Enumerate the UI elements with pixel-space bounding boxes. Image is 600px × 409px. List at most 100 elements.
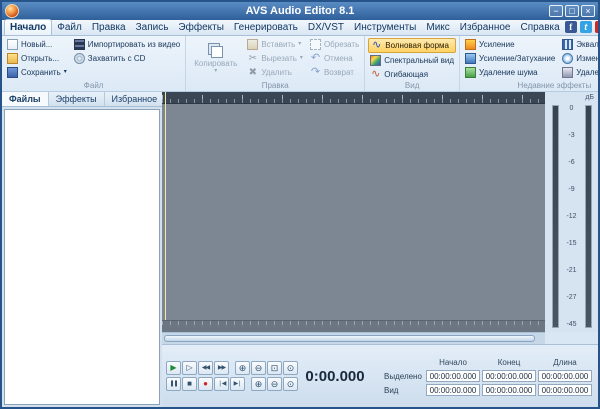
play-button[interactable]: ▶ [166,361,181,375]
spectral-view-button[interactable]: Спектральный вид [368,54,456,67]
new-label: Новый... [21,40,53,49]
equalizer-icon [562,39,574,50]
cut-button[interactable]: ✂ Вырезать ▾ [245,52,305,65]
open-label: Открыть... [21,54,60,63]
sidebar-tab-favorites[interactable]: Избранное [105,92,166,106]
selection-end-field[interactable]: 00:00:00.000 [482,370,536,382]
sidebar-tab-files[interactable]: Файлы [2,92,49,106]
tempo-change-button[interactable]: Изменение темпа [560,52,598,65]
meter-tick: -6 [568,159,575,166]
view-start-field[interactable]: 00:00:00.000 [426,384,480,396]
envelope-view-button[interactable]: ∿ Огибающая [368,68,456,81]
fade-icon [465,53,477,64]
open-button[interactable]: Открыть... [5,52,69,65]
zoom-full-button[interactable]: ⊙ [283,361,298,375]
meter-unit-label: дБ [585,94,594,101]
facebook-icon[interactable]: f [564,21,577,33]
tempo-change-label: Изменение темпа [576,54,598,63]
import-from-video-button[interactable]: Импортировать из видео [72,38,182,51]
fast-forward-button[interactable]: ▶▶ [214,361,229,375]
group-label-file: Файл [83,81,104,90]
titlebar: AVS Audio Editor 8.1 − □ × [2,2,598,20]
group-label-recent-effects: Недавние эффекты [517,81,592,90]
view-end-field[interactable]: 00:00:00.000 [482,384,536,396]
copy-button[interactable]: Копировать ▾ [189,38,242,79]
zoom-out-button[interactable]: ⊖ [251,361,266,375]
dropdown-arrow-icon: ▾ [299,55,303,61]
horizontal-scrollbar[interactable] [162,332,545,344]
timeline-ruler[interactable] [162,92,545,104]
playback-cursor[interactable] [165,92,166,332]
tab-edit[interactable]: Правка [87,20,131,35]
twitter-icon[interactable]: t [579,21,592,33]
tab-generate[interactable]: Генерировать [229,20,303,35]
capture-from-cd-button[interactable]: Захватить с CD [72,52,182,65]
tab-effects[interactable]: Эффекты [173,20,228,35]
ribbon-group-edit: Копировать ▾ Вставить ▾ ✂ Вырезать ▾ ✖ У… [186,36,366,91]
amplify-label: Усиление [479,40,515,49]
silence-removal-button[interactable]: Удаление тишины [560,66,598,79]
sidebar-tab-effects[interactable]: Эффекты [49,92,105,106]
meter-tick: -12 [566,213,577,220]
youtube-icon[interactable]: ▶ [594,21,598,33]
tab-favorites[interactable]: Избранное [455,20,516,35]
meter-tick: -9 [568,186,575,193]
meter-tick: -27 [566,294,577,301]
fade-button[interactable]: Усиление/Затухание [463,52,557,65]
new-button[interactable]: Новый... [5,38,69,51]
ribbon: Новый... Открыть... Сохранить ▾ Импортир… [2,36,598,92]
scrollbar-thumb[interactable] [164,335,536,342]
waveform-view-button[interactable]: ∿ Волновая форма [368,38,457,53]
vertical-zoom-in-button[interactable]: ⊕ [251,377,266,391]
undo-button[interactable]: ↶ Отмена [308,52,361,65]
zoom-in-button[interactable]: ⊕ [235,361,250,375]
pause-button[interactable]: ❚❚ [166,377,181,391]
view-row-label: Вид [384,385,399,395]
tab-dxvst[interactable]: DX/VST [303,20,349,35]
record-button[interactable]: ● [198,377,213,391]
noise-removal-icon [465,67,477,78]
zoom-selection-button[interactable]: ⊡ [267,361,282,375]
ribbon-group-file: Новый... Открыть... Сохранить ▾ Импортир… [2,36,187,91]
social-links: f t ▶ [564,21,598,35]
zoom-reset-button[interactable]: ⊙ [283,377,298,391]
paste-button[interactable]: Вставить ▾ [245,38,305,51]
tab-file[interactable]: Файл [52,20,87,35]
selection-start-field[interactable]: 00:00:00.000 [426,370,480,382]
noise-removal-button[interactable]: Удаление шума [463,66,557,79]
window-title: AVS Audio Editor 8.1 [245,5,355,17]
tab-home[interactable]: Начало [4,19,53,35]
minimize-button[interactable]: − [549,5,563,17]
group-label-edit: Правка [261,81,289,90]
go-to-end-button[interactable]: ▶❘ [230,377,245,391]
tab-tools[interactable]: Инструменты [349,20,421,35]
redo-button[interactable]: ↷ Возврат [308,66,361,79]
view-length-field[interactable]: 00:00:00.000 [538,384,592,396]
go-to-start-button[interactable]: ❘◀ [214,377,229,391]
film-icon [73,39,85,50]
amplify-button[interactable]: Усиление [463,38,557,51]
vertical-zoom-out-button[interactable]: ⊖ [267,377,282,391]
dropdown-arrow-icon: ▾ [214,68,218,74]
close-button[interactable]: × [581,5,595,17]
menu-tab-bar: Начало Файл Правка Запись Эффекты Генери… [2,19,598,36]
play-selection-button[interactable]: ▷ [182,361,197,375]
selection-length-field[interactable]: 00:00:00.000 [538,370,592,382]
tab-help[interactable]: Справка [515,20,564,35]
save-label: Сохранить [21,68,61,77]
capture-from-cd-label: Захватить с CD [87,54,146,63]
files-list-panel[interactable] [4,109,160,405]
waveform-area[interactable] [162,92,545,332]
stop-button[interactable]: ■ [182,377,197,391]
redo-icon: ↷ [310,66,321,78]
maximize-button[interactable]: □ [565,5,579,17]
tab-record[interactable]: Запись [131,20,174,35]
trim-button[interactable]: Обрезать [308,38,361,51]
save-button[interactable]: Сохранить ▾ [5,66,69,79]
tab-mix[interactable]: Микс [421,20,454,35]
equalizer-button[interactable]: Эквалайзер [560,38,598,51]
meter-tick: -45 [566,321,577,328]
delete-button[interactable]: ✖ Удалить [245,66,305,79]
rewind-button[interactable]: ◀◀ [198,361,213,375]
silence-removal-icon [562,67,574,78]
